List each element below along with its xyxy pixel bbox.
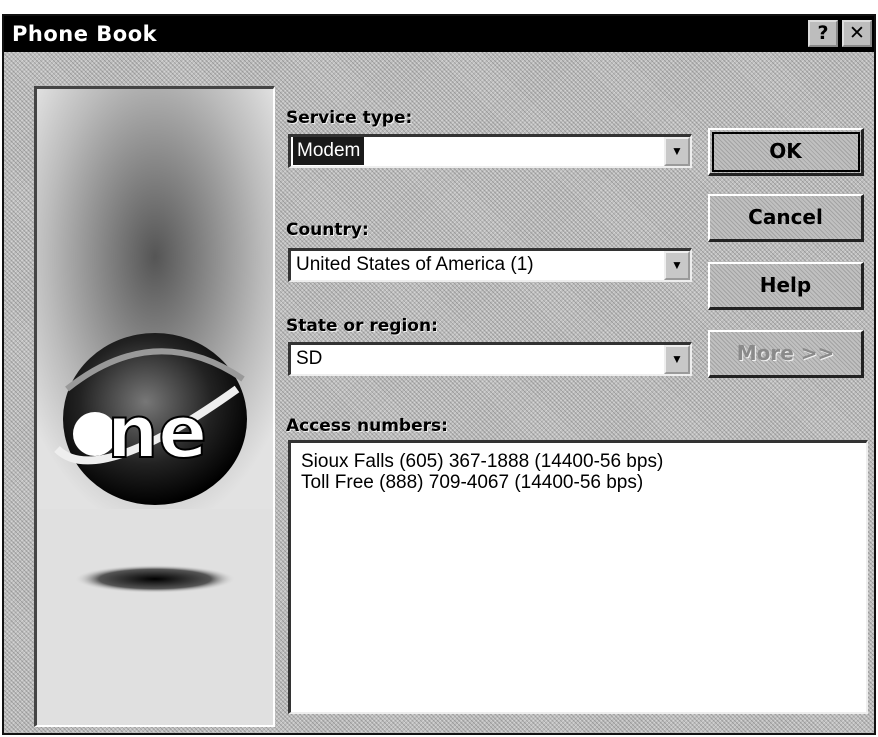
list-item[interactable]: Sioux Falls (605) 367-1888 (14400-56 bps… (301, 451, 856, 472)
globe-logo-icon: ne (37, 89, 273, 725)
country-value: United States of America (1) (296, 254, 534, 275)
country-select[interactable]: United States of America (1) ▼ (288, 248, 692, 282)
chevron-down-icon[interactable]: ▼ (664, 137, 690, 166)
service-type-label: Service type: (286, 108, 413, 128)
title-help-button[interactable]: ? (808, 20, 838, 47)
more-button[interactable]: More >> (708, 330, 864, 378)
access-numbers-list[interactable]: Sioux Falls (605) 367-1888 (14400-56 bps… (288, 440, 868, 714)
logo-lower-panel (37, 509, 273, 725)
list-item[interactable]: Toll Free (888) 709-4067 (14400-56 bps) (301, 472, 856, 493)
ok-button[interactable]: OK (708, 128, 864, 176)
access-numbers-label: Access numbers: (286, 416, 448, 436)
cancel-button[interactable]: Cancel (708, 194, 864, 242)
isp-logo-panel: ne (34, 86, 275, 727)
close-icon: ✕ (849, 22, 865, 44)
help-button[interactable]: Help (708, 262, 864, 310)
country-label: Country: (286, 220, 369, 240)
state-value: SD (296, 348, 323, 369)
state-select[interactable]: SD ▼ (288, 342, 692, 376)
service-type-value: Modem (293, 137, 365, 165)
logo-text: ne (107, 390, 207, 474)
service-type-select[interactable]: Modem ▼ (288, 134, 692, 168)
title-bar[interactable]: Phone Book ? ✕ (4, 16, 874, 52)
help-icon: ? (817, 22, 829, 44)
close-button[interactable]: ✕ (842, 20, 872, 47)
chevron-down-icon[interactable]: ▼ (664, 251, 690, 280)
state-label: State or region: (286, 316, 438, 336)
chevron-down-icon[interactable]: ▼ (664, 345, 690, 374)
logo-shadow (75, 565, 235, 593)
phone-book-dialog: Phone Book ? ✕ ne Service type: Modem ▼ … (2, 14, 876, 735)
window-title: Phone Book (12, 22, 158, 46)
